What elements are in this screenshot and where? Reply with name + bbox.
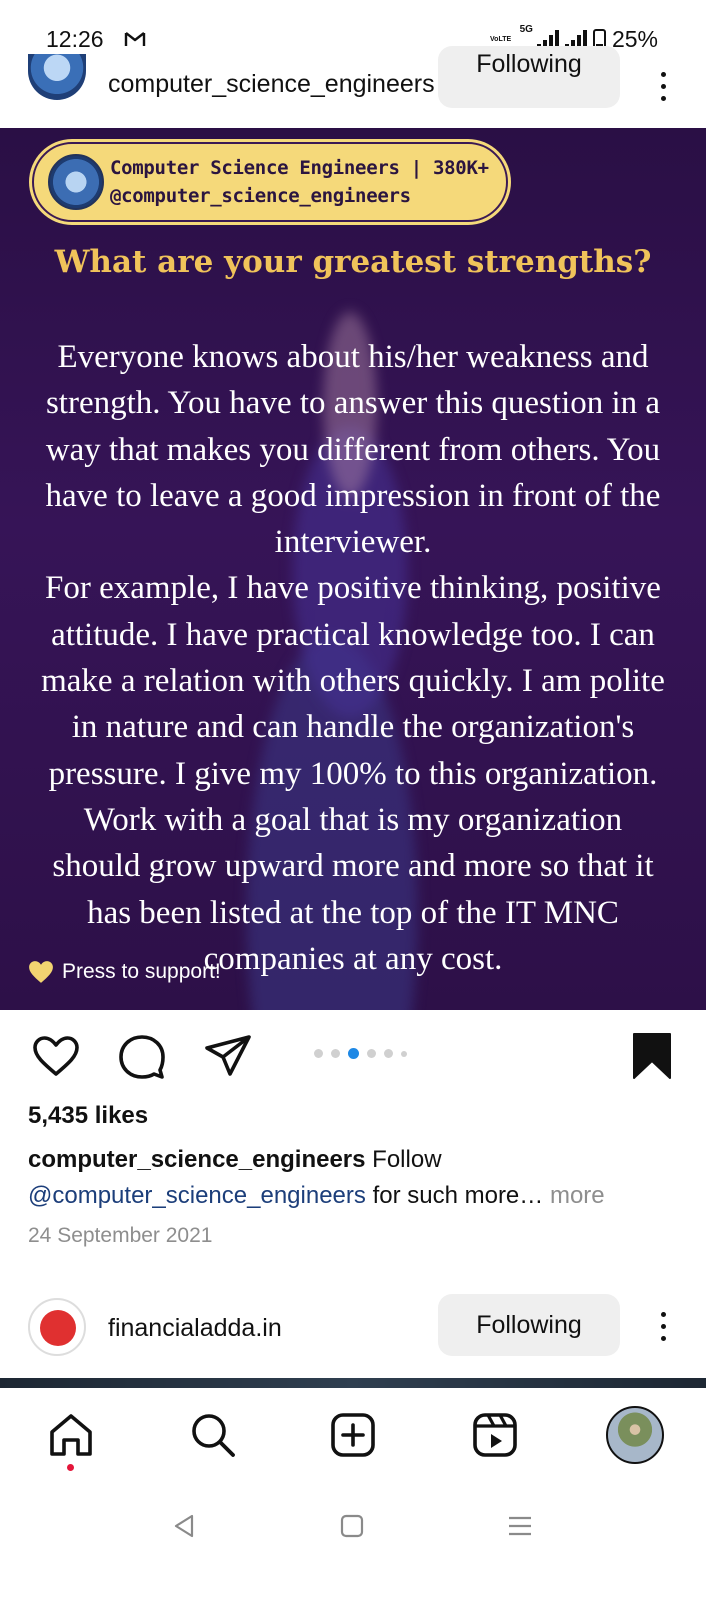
next-post-avatar[interactable] bbox=[28, 1298, 86, 1356]
support-label: Press to support! bbox=[62, 960, 221, 983]
body-line: interviewer. bbox=[274, 524, 432, 561]
body-line: Work with a goal that is my organization bbox=[83, 801, 623, 838]
menu-icon[interactable] bbox=[506, 1512, 534, 1540]
following-button[interactable]: Following bbox=[438, 46, 620, 108]
bookmark-icon[interactable] bbox=[626, 1030, 678, 1082]
carousel-indicator bbox=[314, 1048, 407, 1059]
next-post-header: financialadda.in Following bbox=[0, 1294, 720, 1364]
post-author-avatar[interactable] bbox=[28, 54, 86, 100]
post-question: What are your greatest strengths? bbox=[54, 244, 652, 280]
carousel-dot bbox=[401, 1050, 407, 1057]
post-caption: computer_science_engineers Follow @compu… bbox=[28, 1142, 688, 1214]
back-icon[interactable] bbox=[170, 1512, 198, 1540]
volte-icon: VoLTE bbox=[490, 35, 512, 43]
carousel-dot bbox=[314, 1049, 323, 1058]
carousel-dot bbox=[367, 1049, 376, 1058]
body-line: For example, I have positive thinking, p… bbox=[45, 570, 661, 607]
body-line: should grow upward more and more so that… bbox=[52, 848, 654, 885]
body-line: attitude. I have practical knowledge too… bbox=[51, 616, 655, 653]
caption-text: Follow bbox=[372, 1146, 442, 1173]
heart-support-icon bbox=[29, 961, 53, 983]
comment-icon[interactable] bbox=[116, 1030, 168, 1082]
brand-title: Computer Science Engineers | 380K+ bbox=[110, 157, 489, 179]
send-icon[interactable] bbox=[202, 1030, 254, 1082]
body-line: Everyone knows about his/her weakness an… bbox=[57, 339, 649, 375]
bottom-nav bbox=[0, 1388, 720, 1488]
caption-text-more: for such more… bbox=[372, 1182, 544, 1209]
next-more-options-icon[interactable] bbox=[654, 1312, 672, 1341]
post-body-text: Everyone knows about his/her weakness an… bbox=[0, 334, 706, 982]
body-line: in nature and can handle the organizatio… bbox=[71, 709, 635, 746]
more-options-icon[interactable] bbox=[654, 72, 672, 101]
post-date: 24 September 2021 bbox=[28, 1224, 213, 1247]
carousel-dot-active bbox=[348, 1048, 359, 1059]
home-icon[interactable] bbox=[46, 1410, 96, 1460]
reels-icon[interactable] bbox=[470, 1410, 520, 1460]
next-following-button[interactable]: Following bbox=[438, 1294, 620, 1356]
body-line: has been listed at the top of the IT MNC bbox=[87, 894, 619, 931]
brand-logo-icon bbox=[48, 154, 104, 210]
post-actions bbox=[0, 1030, 720, 1090]
body-line: way that makes you different from others… bbox=[45, 431, 661, 468]
brand-handle: @computer_science_engineers bbox=[110, 185, 411, 207]
heart-icon[interactable] bbox=[30, 1030, 82, 1082]
battery-percent: 25% bbox=[611, 26, 658, 52]
brand-banner: Computer Science Engineers | 380K+ @comp… bbox=[32, 142, 508, 222]
status-time: 12:26 bbox=[46, 26, 104, 52]
plus-square-icon[interactable] bbox=[328, 1410, 378, 1460]
search-icon[interactable] bbox=[188, 1410, 238, 1460]
next-post-username[interactable]: financialadda.in bbox=[108, 1314, 282, 1343]
system-nav-bar bbox=[0, 1488, 720, 1600]
notification-dot bbox=[67, 1464, 74, 1471]
caption-mention[interactable]: @computer_science_engineers bbox=[28, 1182, 366, 1209]
likes-count[interactable]: 5,435 likes bbox=[28, 1102, 148, 1130]
gmail-icon bbox=[124, 32, 146, 46]
caption-more-link[interactable]: more bbox=[550, 1182, 605, 1209]
post-author-username[interactable]: computer_science_engineers bbox=[108, 70, 438, 99]
carousel-dot bbox=[331, 1049, 340, 1058]
body-line: strength. You have to answer this questi… bbox=[45, 385, 661, 422]
home-square-icon[interactable] bbox=[338, 1512, 366, 1540]
post-header: computer_science_engineers Following bbox=[0, 46, 720, 128]
caption-author[interactable]: computer_science_engineers bbox=[28, 1146, 366, 1173]
body-line: pressure. I give my 100% to this organiz… bbox=[48, 755, 658, 792]
network-type-label: 5G bbox=[519, 24, 533, 35]
post-image[interactable]: Computer Science Engineers | 380K+ @comp… bbox=[0, 128, 706, 1010]
next-post-image-edge[interactable] bbox=[0, 1378, 706, 1388]
body-line: make a relation with others quickly. I a… bbox=[41, 663, 665, 700]
profile-avatar[interactable] bbox=[606, 1406, 664, 1464]
support-prompt[interactable]: Press to support! bbox=[28, 960, 221, 984]
carousel-dot bbox=[384, 1049, 393, 1058]
body-line: have to leave a good impression in front… bbox=[45, 477, 661, 514]
